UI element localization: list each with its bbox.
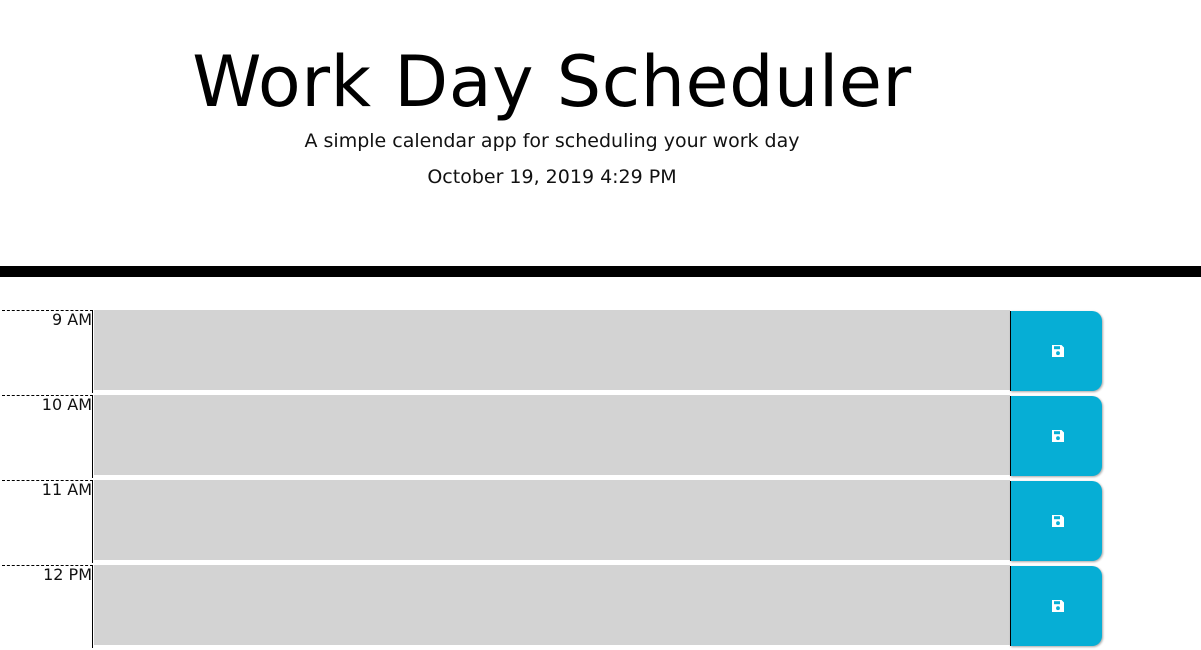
hour-label: 12 PM: [2, 565, 93, 648]
timeblock-row: 12 PM: [0, 565, 1201, 650]
header-divider: [0, 266, 1201, 277]
save-icon: [1052, 600, 1064, 612]
save-icon: [1052, 345, 1064, 357]
header: Work Day Scheduler A simple calendar app…: [0, 0, 1104, 266]
event-description-input[interactable]: [94, 565, 1010, 645]
hour-text: 10 AM: [41, 395, 92, 414]
hour-text: 11 AM: [41, 480, 92, 499]
event-description-input[interactable]: [94, 310, 1010, 390]
timeblock-row: 11 AM: [0, 480, 1201, 565]
page-subtitle: A simple calendar app for scheduling you…: [304, 130, 800, 152]
hour-label: 9 AM: [2, 310, 93, 393]
save-button[interactable]: [1010, 311, 1102, 391]
timeblock-row: 10 AM: [0, 395, 1201, 480]
timeblock-list: 9 AM 10 AM 11 AM 12 PM: [0, 310, 1201, 650]
event-description-input[interactable]: [94, 480, 1010, 560]
page-title: Work Day Scheduler: [192, 41, 912, 123]
hour-label: 11 AM: [2, 480, 93, 563]
hour-text: 9 AM: [51, 310, 92, 329]
current-datetime: October 19, 2019 4:29 PM: [427, 166, 677, 188]
save-button[interactable]: [1010, 481, 1102, 561]
timeblock-row: 9 AM: [0, 310, 1201, 395]
save-button[interactable]: [1010, 566, 1102, 646]
hour-text: 12 PM: [43, 565, 92, 584]
save-button[interactable]: [1010, 396, 1102, 476]
save-icon: [1052, 430, 1064, 442]
save-icon: [1052, 515, 1064, 527]
hour-label: 10 AM: [2, 395, 93, 478]
event-description-input[interactable]: [94, 395, 1010, 475]
